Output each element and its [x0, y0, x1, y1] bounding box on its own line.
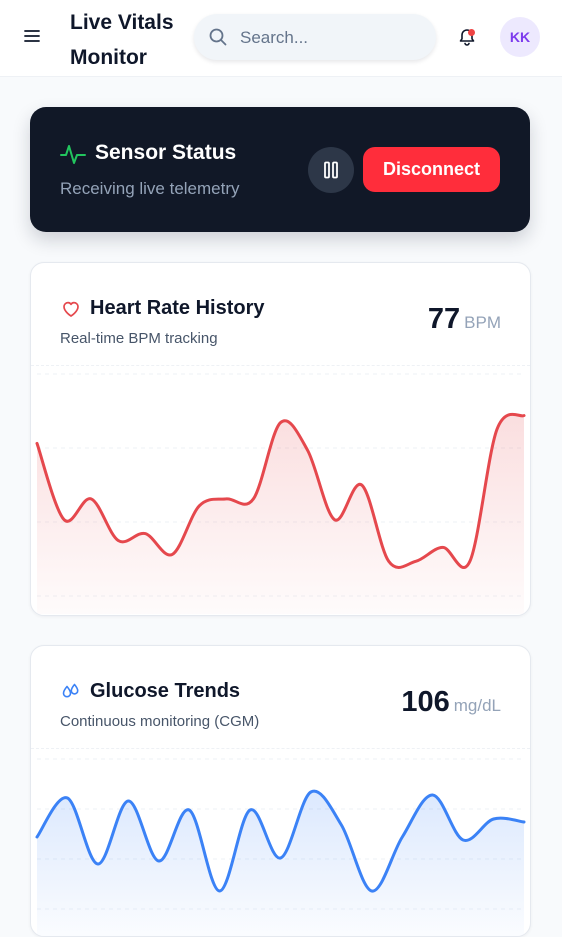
sensor-status-subtitle: Receiving live telemetry: [60, 179, 240, 198]
sensor-status-card: Sensor Status Receiving live telemetry D…: [30, 107, 530, 232]
heart-rate-card: Heart Rate History Real-time BPM trackin…: [30, 262, 531, 616]
heart-rate-series-area: [37, 414, 524, 614]
avatar[interactable]: KK: [500, 17, 540, 57]
heart-rate-subtitle: Real-time BPM tracking: [60, 330, 218, 347]
glucose-card: Glucose Trends Continuous monitoring (CG…: [30, 645, 531, 937]
glucose-unit: mg/dL: [453, 696, 501, 715]
activity-pulse-icon: [60, 145, 86, 164]
heart-rate-value: 77: [427, 303, 461, 335]
heart-rate-chart: [35, 373, 526, 614]
glucose-title: Glucose Trends: [90, 680, 241, 702]
disconnect-button[interactable]: Disconnect: [363, 147, 500, 192]
search-bar[interactable]: [194, 14, 436, 62]
top-bar: Live Vitals Monitor KK: [0, 0, 562, 77]
hamburger-menu-icon[interactable]: [22, 26, 42, 46]
sensor-status-title: Sensor Status: [95, 141, 237, 164]
glucose-subtitle: Continuous monitoring (CGM): [60, 713, 260, 730]
app-title: Live Vitals Monitor: [70, 11, 174, 69]
glucose-series-area: [37, 791, 524, 936]
glucose-reading: 106 mg/dL: [401, 686, 501, 719]
heart-icon: [63, 301, 79, 317]
heart-rate-reading: 77 BPM: [428, 303, 501, 336]
pause-icon: [324, 161, 338, 179]
notification-dot: [468, 29, 475, 36]
search-icon: [209, 28, 227, 46]
pause-button[interactable]: [308, 147, 354, 193]
glucose-value: 106: [401, 686, 450, 718]
droplet-icon: [62, 683, 79, 698]
heart-rate-title: Heart Rate History: [90, 297, 265, 319]
heart-rate-unit: BPM: [464, 313, 501, 332]
glucose-chart: [35, 758, 526, 936]
search-input[interactable]: [238, 14, 422, 62]
